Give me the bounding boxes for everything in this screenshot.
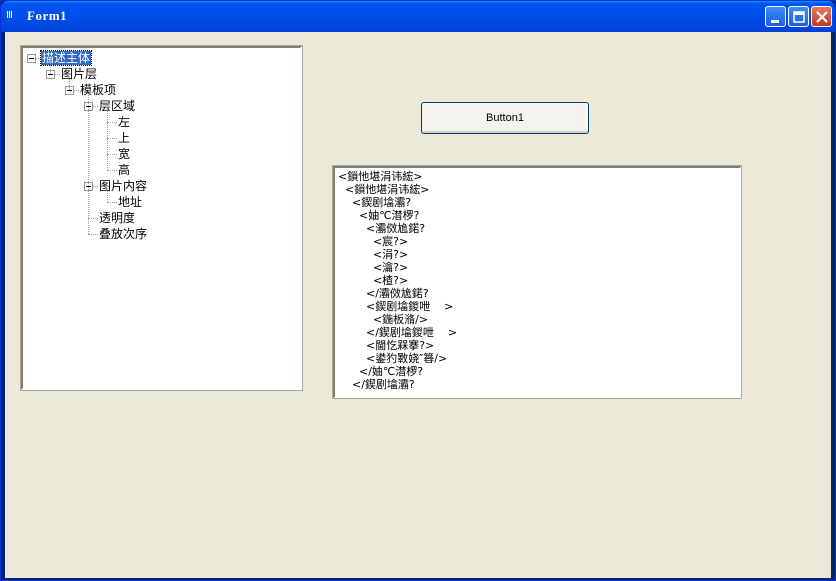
tree-node-label: 层区域 <box>99 99 136 113</box>
tree-connector <box>107 111 108 170</box>
text-line: </鍥剧墖鍐呭 > <box>338 326 458 339</box>
maximize-button[interactable] <box>788 6 809 27</box>
form-client-area: 描述主体 图片层模板项层区域左上宽高图片内容地址透明度叠放次序 Button1 <… <box>5 32 831 578</box>
window-title: Form1 <box>27 8 68 23</box>
text-line: </鍥剧墖灞? <box>338 378 415 391</box>
text-line: </灞傚尯鍩? <box>338 287 429 300</box>
tree-node-label: 图片层 <box>61 67 98 81</box>
text-line: <楂?> <box>338 274 409 287</box>
text-line: </妯℃澘椤? <box>338 365 424 378</box>
tree-connector <box>107 122 117 123</box>
tree-node-label: 模板项 <box>80 83 117 97</box>
tree-connector <box>107 170 117 171</box>
text-line: <鍙犳斁娆″簭/> <box>338 352 448 365</box>
text-box[interactable]: <鎻忚堪涓讳綋> <鎻忚堪涓讳綋> <鍥剧墖灞? <妯℃澘椤? <灞傚尯鍩? <… <box>332 165 742 399</box>
tree-node-label: 图片内容 <box>99 179 148 193</box>
tree-node-label: 上 <box>118 131 131 145</box>
maximize-icon <box>793 11 805 23</box>
tree-connector <box>69 79 70 90</box>
tree-connector <box>107 138 117 139</box>
tree-node[interactable]: 模板项 <box>79 82 117 98</box>
text-line: <灞傚尯鍩? <box>338 222 426 235</box>
tree-node-label: 描述主体 <box>39 50 93 66</box>
tree-connector <box>88 218 98 219</box>
text-line: <妯℃澘椤? <box>338 209 420 222</box>
text-line: <鍥剧墖鍐呭 > <box>338 300 454 313</box>
tree-node[interactable]: 叠放次序 <box>98 226 148 242</box>
tree-node-label: 左 <box>118 115 131 129</box>
form1-window: Ⅲ Form1 描述主体 图片层模板项层区域左上宽高图片内容地址透明度叠放次序 B… <box>0 0 836 581</box>
tree-node[interactable]: 宽 <box>117 146 131 162</box>
tree-connector <box>88 95 89 234</box>
tree-node[interactable]: 地址 <box>117 194 143 210</box>
tree-node-label: 宽 <box>118 147 131 161</box>
text-line: <宸?> <box>338 235 409 248</box>
tree-node[interactable]: 透明度 <box>98 210 136 226</box>
tree-node[interactable]: 左 <box>117 114 131 130</box>
minimize-button[interactable] <box>765 6 786 27</box>
title-bar[interactable]: Ⅲ Form1 <box>1 1 835 32</box>
text-line: <鍦板潃/> <box>338 313 429 326</box>
tree-collapse-icon[interactable] <box>27 54 36 63</box>
tree-node[interactable]: 高 <box>117 162 131 178</box>
tree-node[interactable]: 层区域 <box>98 98 136 114</box>
tree-connector <box>107 202 117 203</box>
tree-node[interactable]: 图片层 <box>60 66 98 82</box>
text-line: <瀹?> <box>338 261 409 274</box>
tree-view[interactable]: 描述主体 图片层模板项层区域左上宽高图片内容地址透明度叠放次序 <box>20 45 303 391</box>
close-button[interactable] <box>811 6 832 27</box>
tree-node[interactable]: 描述主体 <box>39 50 93 66</box>
text-line: <閫忔槑搴?> <box>338 339 435 352</box>
tree-node[interactable]: 上 <box>117 130 131 146</box>
text-line: <鍥剧墖灞? <box>338 196 412 209</box>
tree-node-label: 地址 <box>118 195 143 209</box>
tree-connector <box>50 63 51 74</box>
tree-node-label: 透明度 <box>99 211 136 225</box>
tree-node-label: 叠放次序 <box>99 227 148 241</box>
tree-node[interactable]: 图片内容 <box>98 178 148 194</box>
app-icon: Ⅲ <box>6 10 13 21</box>
tree-connector <box>107 154 117 155</box>
text-line: <鎻忚堪涓讳綋> <box>338 183 430 196</box>
close-icon <box>816 11 828 23</box>
minimize-icon <box>771 20 779 23</box>
text-line: <涓?> <box>338 248 409 261</box>
tree-connector <box>88 234 98 235</box>
tree-connector <box>107 191 108 202</box>
tree-node-label: 高 <box>118 163 131 177</box>
button1[interactable]: Button1 <box>421 102 589 134</box>
text-line: <鎻忚堪涓讳綋> <box>338 170 423 183</box>
